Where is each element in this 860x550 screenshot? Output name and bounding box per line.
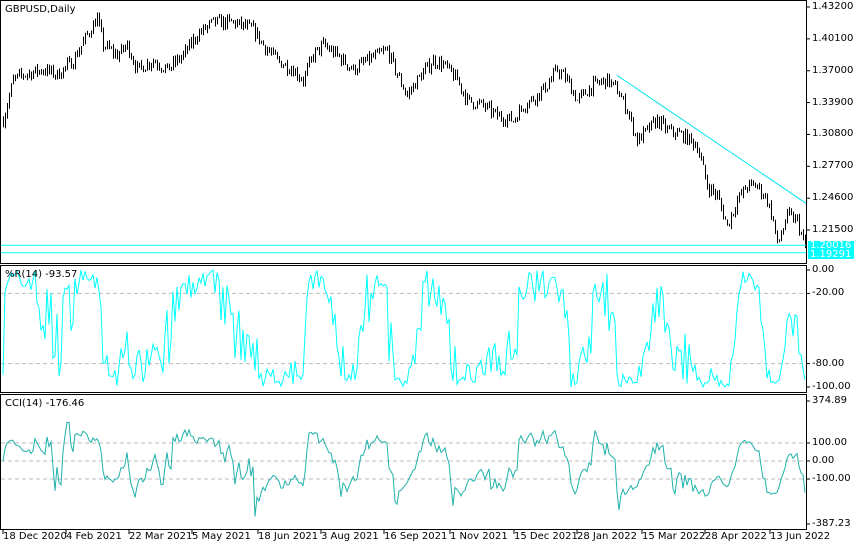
- cci-title: CCI(14) -176.46: [5, 398, 85, 409]
- date-axis-label: 5 May 2021: [192, 531, 251, 542]
- wpr-axis-label: -100.00: [812, 381, 851, 392]
- date-axis-label: 4 Feb 2021: [66, 531, 122, 542]
- price-axis-label: 1.30800: [812, 128, 854, 140]
- date-axis-label: 16 Sep 2021: [384, 531, 448, 542]
- price-axis-label: 1.43200: [812, 1, 854, 12]
- cci-line: [2, 421, 806, 517]
- price-axis-label: 1.21500: [812, 224, 854, 235]
- price-axis-label: 1.37000: [812, 64, 854, 76]
- date-axis-label: 15 Mar 2022: [642, 531, 706, 542]
- date-axis-label: 13 Jun 2022: [770, 531, 831, 542]
- date-axis-label: 1 Nov 2021: [450, 531, 508, 542]
- cci-axis-label: -100.00: [812, 473, 851, 484]
- price-axis-label: 1.40100: [812, 32, 854, 44]
- date-axis-label: 28 Jan 2022: [577, 531, 637, 542]
- price-axis-label: 1.27700: [812, 160, 854, 172]
- price-axis-label: 1.33900: [812, 96, 854, 108]
- date-axis-label: 15 Dec 2021: [514, 531, 578, 542]
- wpr-axis-label: -20.00: [812, 287, 845, 299]
- cci-axis-label: 100.00: [812, 437, 847, 448]
- date-axis-label: 3 Aug 2021: [321, 531, 379, 542]
- wpr-panel-border: [0, 265, 807, 393]
- price-tag-lower: 1.19291: [808, 250, 854, 260]
- date-axis-label: 18 Dec 2020: [3, 531, 67, 542]
- wpr-title: %R(14) -93.57: [5, 269, 78, 280]
- price-axis-label: 1.24600: [812, 192, 854, 204]
- cci-axis-label: 0.00: [812, 455, 835, 466]
- date-axis-label: 22 Mar 2021: [129, 531, 193, 542]
- cci-axis-label: 374.89: [812, 395, 847, 406]
- date-axis-label: 28 Apr 2022: [705, 531, 767, 542]
- date-axis-label: 18 Jun 2021: [258, 531, 319, 542]
- wpr-axis-label: 0.00: [812, 264, 835, 275]
- trendline: [616, 74, 807, 204]
- wpr-line: [2, 269, 806, 389]
- cci-panel-border: [0, 394, 807, 530]
- cci-axis-label: -387.23: [812, 518, 851, 529]
- wpr-axis-label: -80.00: [812, 357, 845, 369]
- main-chart-title: GBPUSD,Daily: [5, 4, 76, 15]
- trading-chart[interactable]: [0, 0, 860, 550]
